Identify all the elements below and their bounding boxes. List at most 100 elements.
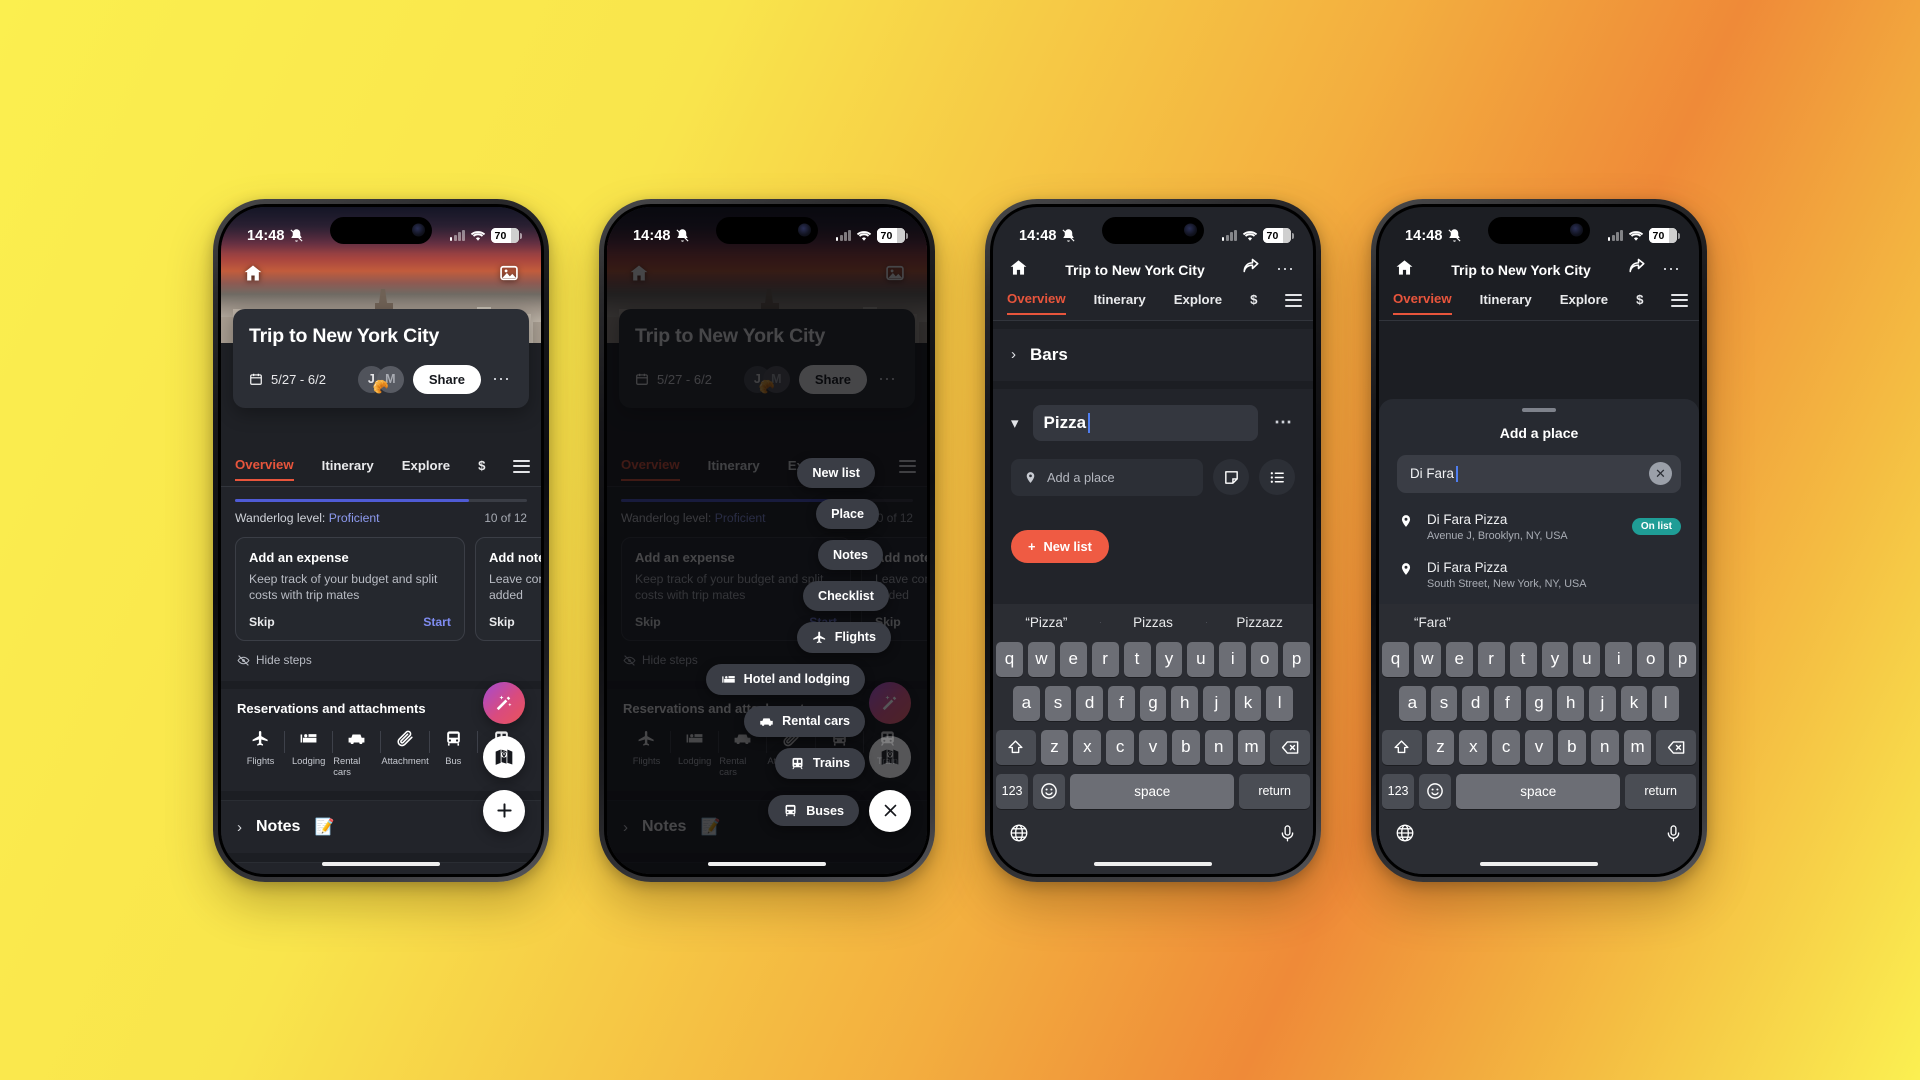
globe-icon[interactable] (1395, 823, 1415, 848)
fab-menu-trains[interactable]: Trains (774, 747, 865, 779)
share-button[interactable]: Share (412, 364, 481, 394)
key-j[interactable]: j (1203, 685, 1230, 721)
fab-menu-hotel-lodging[interactable]: Hotel and lodging (705, 663, 865, 695)
more-dots-icon[interactable]: ⋯ (1660, 259, 1683, 280)
backspace-icon[interactable] (1270, 729, 1310, 765)
numbers-key[interactable]: 123 (1382, 773, 1415, 809)
search-result-item[interactable]: Di Fara Pizza Avenue J, Brooklyn, NY, US… (1379, 503, 1699, 551)
list-more-button[interactable]: ⋯ (1272, 412, 1295, 433)
reservation-bus[interactable]: Bus (430, 729, 477, 766)
key-t[interactable]: t (1123, 641, 1151, 677)
key-l[interactable]: l (1266, 685, 1294, 721)
key-l[interactable]: l (1652, 685, 1680, 721)
close-fab-button[interactable] (869, 789, 911, 832)
more-options-button[interactable]: ⋯ (490, 369, 513, 390)
search-result-item[interactable]: Di Fara Pizza South Street, New York, NY… (1379, 551, 1699, 599)
key-n[interactable]: n (1590, 729, 1619, 765)
key-a[interactable]: a (1012, 685, 1040, 721)
key-c[interactable]: c (1106, 729, 1135, 765)
chevron-down-icon[interactable]: ▾ (1011, 414, 1019, 432)
key-z[interactable]: z (1426, 729, 1455, 765)
magic-wand-fab[interactable] (483, 681, 525, 724)
fab-menu-notes[interactable]: Notes (818, 539, 883, 570)
globe-icon[interactable] (1009, 823, 1029, 848)
space-key[interactable]: space (1456, 773, 1621, 809)
tab-explore[interactable]: Explore (1174, 292, 1222, 314)
emoji-icon[interactable] (1033, 773, 1066, 809)
return-key[interactable]: return (1239, 773, 1311, 809)
fab-menu-checklist[interactable]: Checklist (803, 580, 889, 611)
key-u[interactable]: u (1187, 641, 1215, 677)
tab-budget[interactable]: $ (478, 458, 485, 480)
key-y[interactable]: y (1541, 641, 1569, 677)
hamburger-icon[interactable] (513, 459, 531, 479)
key-c[interactable]: c (1492, 729, 1521, 765)
key-o[interactable]: o (1251, 641, 1279, 677)
key-f[interactable]: f (1108, 685, 1135, 721)
shift-arrow-icon[interactable] (1382, 729, 1422, 765)
microphone-icon[interactable] (1664, 824, 1683, 848)
tab-itinerary[interactable]: Itinerary (1480, 292, 1532, 314)
key-s[interactable]: s (1430, 685, 1458, 721)
map-fab[interactable] (483, 735, 525, 778)
backspace-icon[interactable] (1656, 729, 1696, 765)
trip-dates[interactable]: 5/27 - 6/2 (249, 372, 326, 387)
key-x[interactable]: x (1073, 729, 1102, 765)
reservation-lodging[interactable]: Lodging (285, 729, 332, 766)
key-v[interactable]: v (1139, 729, 1167, 765)
microphone-icon[interactable] (1278, 824, 1297, 848)
key-p[interactable]: p (1283, 641, 1311, 677)
hamburger-icon[interactable] (1671, 293, 1689, 313)
key-r[interactable]: r (1091, 641, 1119, 677)
tab-overview[interactable]: Overview (1007, 291, 1066, 315)
key-g[interactable]: g (1139, 685, 1167, 721)
key-z[interactable]: z (1040, 729, 1069, 765)
home-icon[interactable] (243, 263, 263, 288)
tab-explore[interactable]: Explore (402, 458, 450, 480)
key-w[interactable]: w (1027, 641, 1055, 677)
hamburger-icon[interactable] (1285, 293, 1303, 313)
key-h[interactable]: h (1557, 685, 1585, 721)
key-q[interactable]: q (995, 641, 1023, 677)
key-u[interactable]: u (1573, 641, 1601, 677)
key-t[interactable]: t (1509, 641, 1537, 677)
key-r[interactable]: r (1477, 641, 1505, 677)
key-d[interactable]: d (1076, 685, 1103, 721)
fab-menu-rental-cars[interactable]: Rental cars (744, 705, 865, 737)
new-list-button[interactable]: + New list (1011, 529, 1109, 563)
key-s[interactable]: s (1044, 685, 1072, 721)
key-j[interactable]: j (1589, 685, 1616, 721)
key-w[interactable]: w (1413, 641, 1441, 677)
tab-overview[interactable]: Overview (1393, 291, 1452, 315)
home-icon[interactable] (1009, 258, 1028, 282)
task-card-notes[interactable]: Add notes about a place Leave comments a… (475, 536, 541, 642)
more-dots-icon[interactable]: ⋯ (1274, 259, 1297, 280)
fab-menu-buses[interactable]: Buses (768, 795, 859, 826)
key-k[interactable]: k (1234, 685, 1262, 721)
numbers-key[interactable]: 123 (996, 773, 1029, 809)
key-g[interactable]: g (1525, 685, 1553, 721)
suggestion-3[interactable]: Pizzazz (1206, 615, 1313, 630)
suggestion-1[interactable]: “Fara” (1379, 615, 1486, 630)
tab-itinerary[interactable]: Itinerary (1094, 292, 1146, 314)
key-m[interactable]: m (1623, 729, 1652, 765)
key-y[interactable]: y (1155, 641, 1183, 677)
key-b[interactable]: b (1171, 729, 1200, 765)
task-card-expense[interactable]: Add an expense Keep track of your budget… (235, 536, 465, 642)
share-arrow-icon[interactable] (1242, 258, 1260, 281)
add-fab[interactable] (483, 789, 525, 832)
tab-budget[interactable]: $ (1636, 292, 1643, 314)
photo-icon[interactable] (499, 263, 519, 288)
reservation-rental-cars[interactable]: Rental cars (333, 729, 380, 777)
key-x[interactable]: x (1459, 729, 1488, 765)
key-d[interactable]: d (1462, 685, 1489, 721)
key-e[interactable]: e (1445, 641, 1473, 677)
key-h[interactable]: h (1171, 685, 1199, 721)
share-arrow-icon[interactable] (1628, 258, 1646, 281)
fab-menu-flights[interactable]: Flights (796, 621, 891, 653)
key-m[interactable]: m (1237, 729, 1266, 765)
key-e[interactable]: e (1059, 641, 1087, 677)
key-i[interactable]: i (1219, 641, 1247, 677)
key-b[interactable]: b (1557, 729, 1586, 765)
place-search-field[interactable]: Di Fara ✕ (1397, 454, 1681, 493)
